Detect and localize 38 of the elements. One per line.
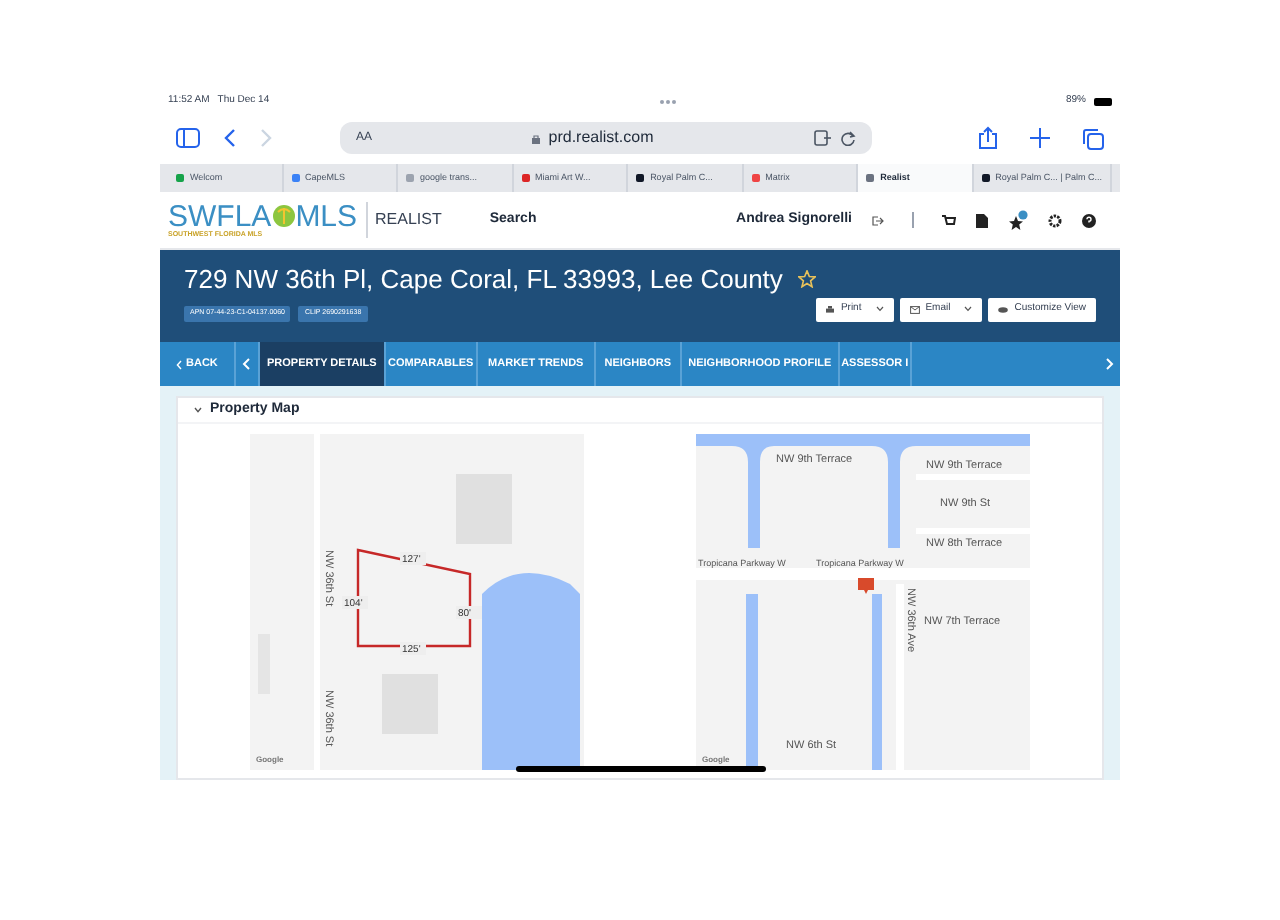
- back-icon[interactable]: [224, 128, 236, 148]
- battery-icon: [1093, 97, 1112, 105]
- product-name: REALIST: [375, 208, 442, 232]
- document-icon[interactable]: [976, 213, 988, 227]
- plus-icon[interactable]: [1030, 128, 1050, 148]
- site-favicon-icon: [866, 174, 875, 182]
- caret-icon: [964, 306, 973, 313]
- logout-icon[interactable]: [872, 215, 884, 225]
- palm-globe-icon: [271, 204, 296, 229]
- site-favicon-icon: [636, 174, 645, 182]
- site-favicon-icon: [291, 174, 300, 182]
- url-text: prd.realist.com: [548, 126, 654, 150]
- chevron-left-icon: [176, 359, 182, 369]
- logo-text: SWFLA: [168, 201, 272, 232]
- share-icon[interactable]: [978, 126, 998, 150]
- cart-icon[interactable]: [942, 213, 956, 227]
- logo-text: MLS: [295, 201, 358, 232]
- site-favicon-icon: [176, 174, 184, 182]
- star-badge-icon[interactable]: [1008, 210, 1028, 230]
- envelope-icon: [909, 305, 920, 314]
- settings-icon[interactable]: [1048, 213, 1062, 227]
- site-favicon-icon: [981, 174, 990, 182]
- site-favicon-icon: [751, 174, 760, 182]
- caret-icon: [875, 306, 884, 313]
- help-icon[interactable]: [1082, 213, 1096, 227]
- tabs-icon[interactable]: [1082, 127, 1104, 149]
- star-outline-icon[interactable]: [798, 270, 817, 289]
- lock-icon: [532, 133, 541, 143]
- sidebar-icon[interactable]: [176, 128, 200, 148]
- chevron-left-icon: [242, 358, 251, 370]
- site-favicon-icon: [406, 174, 415, 182]
- reader-icon[interactable]: [814, 130, 832, 146]
- site-favicon-icon: [521, 174, 530, 182]
- chevron-right-icon: [1106, 358, 1114, 370]
- property-address: 729 NW 36th Pl, Cape Coral, FL 33993, Lee County: [184, 262, 783, 298]
- printer-icon: [826, 305, 835, 314]
- location-pin-icon[interactable]: [858, 578, 874, 594]
- reload-icon[interactable]: [840, 130, 856, 146]
